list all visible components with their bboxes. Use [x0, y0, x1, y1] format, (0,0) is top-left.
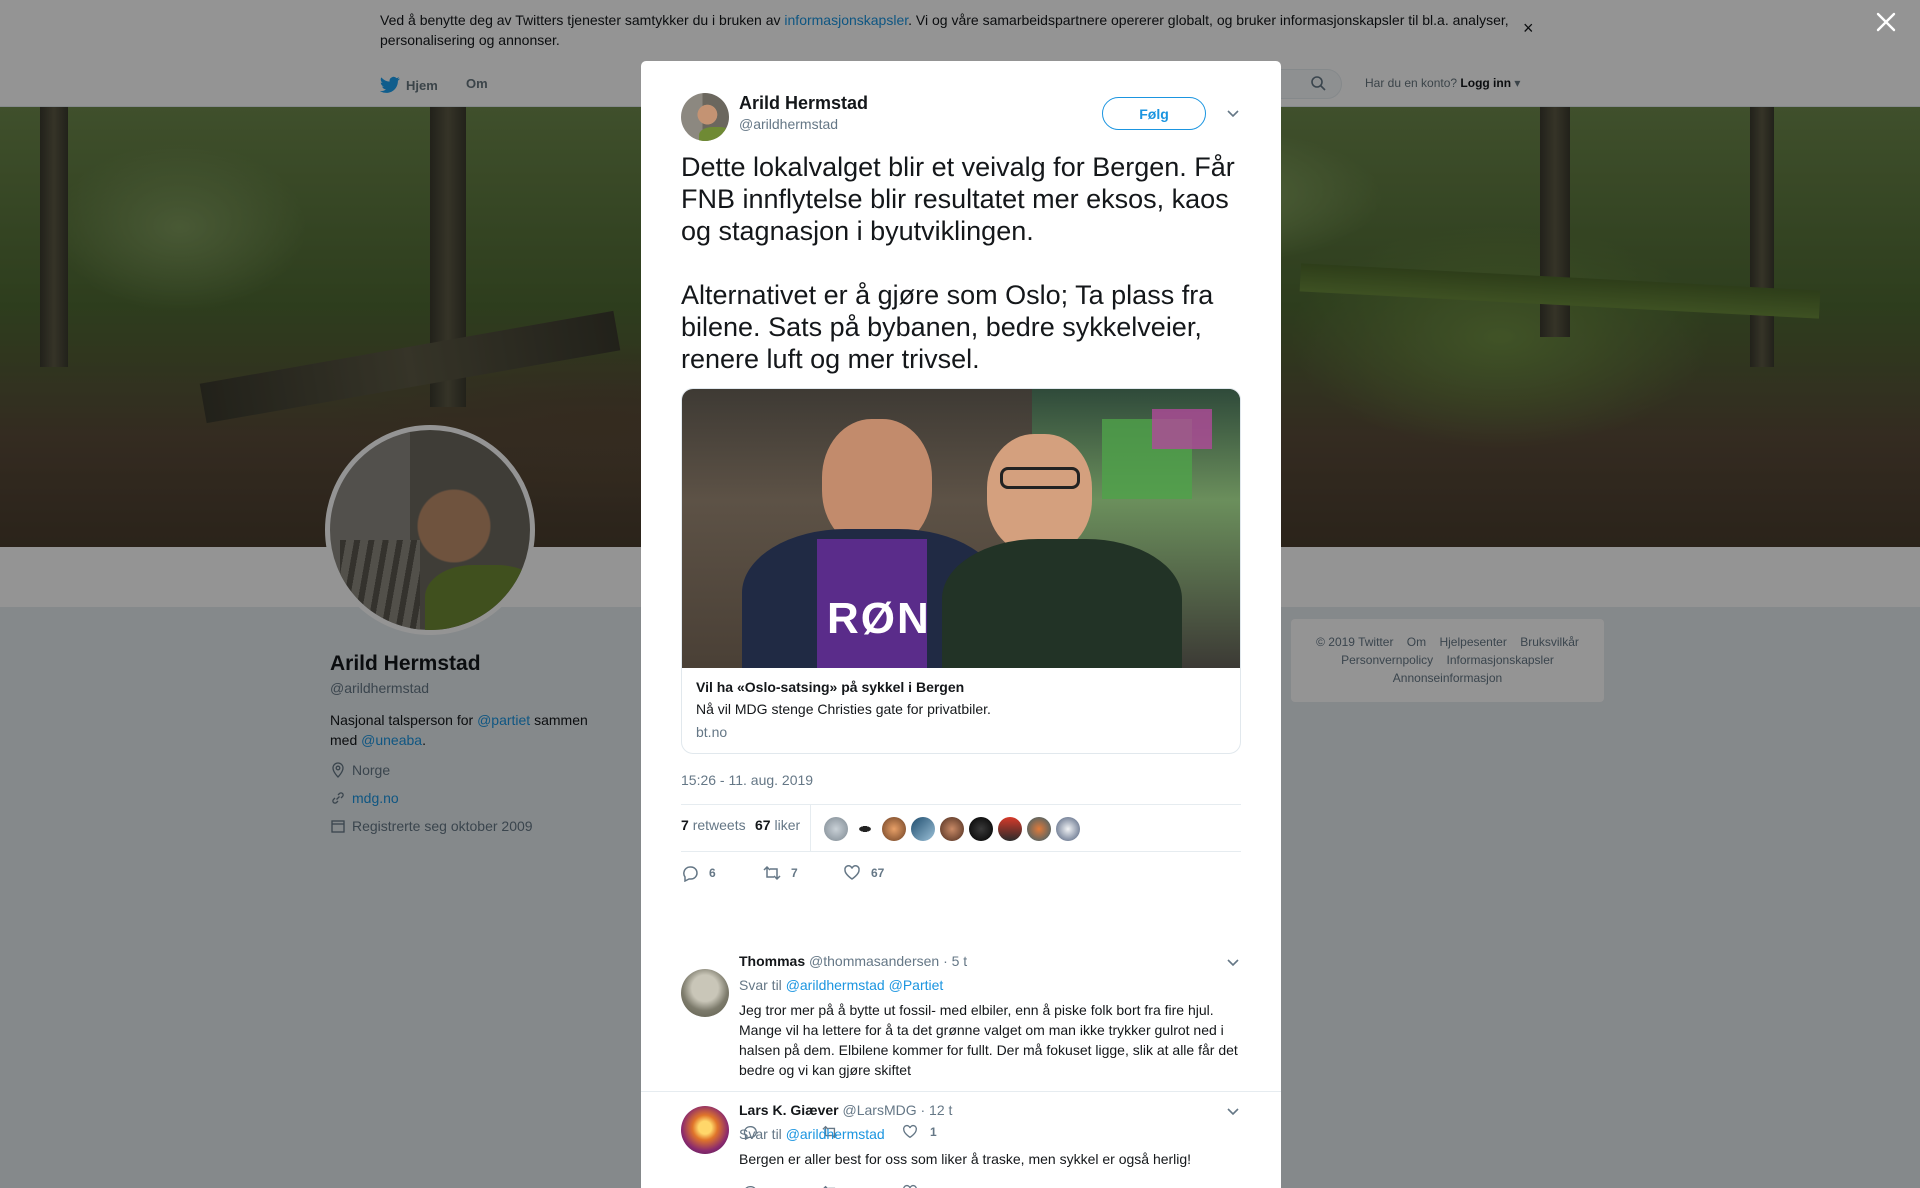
liker-avatar[interactable]	[998, 817, 1022, 841]
reply-button[interactable]	[742, 1184, 758, 1188]
reply-header: Thommas @thommasandersen · 5 t	[739, 953, 967, 969]
tweet-permalink-modal: Arild Hermstad @arildhermstad Følg Dette…	[641, 61, 1281, 1188]
reply-tweet[interactable]: Lars K. Giæver @LarsMDG · 12 t Svar til …	[641, 1091, 1281, 1188]
tweet-stats: 7 retweets 67 liker	[681, 804, 1241, 852]
liker-avatar[interactable]	[853, 817, 877, 841]
chevron-down-icon[interactable]	[1226, 955, 1240, 969]
close-icon[interactable]	[1874, 10, 1898, 34]
chevron-down-icon[interactable]	[1226, 1104, 1240, 1118]
author-handle[interactable]: @arildhermstad	[739, 116, 838, 132]
card-title: Vil ha «Oslo-satsing» på sykkel i Bergen	[696, 679, 965, 695]
reply-button[interactable]: 6	[681, 864, 716, 882]
card-description: Nå vil MDG stenge Christies gate for pri…	[696, 701, 991, 717]
tweet-timestamp[interactable]: 15:26 - 11. aug. 2019	[681, 772, 813, 788]
reply-icon	[745, 1185, 756, 1188]
reply-text: Jeg tror mer på å bytte ut fossil- med e…	[739, 1002, 1238, 1078]
reply-to-mentions[interactable]: @arildhermstad	[786, 1126, 885, 1142]
reply-avatar[interactable]	[681, 969, 729, 1017]
link-preview-card[interactable]: RØN Vil ha «Oslo-satsing» på sykkel i Be…	[681, 388, 1241, 754]
reply-to-mentions[interactable]: @arildhermstad @Partiet	[786, 977, 944, 993]
retweet-button[interactable]: 7	[763, 864, 798, 882]
liker-avatar[interactable]	[911, 817, 935, 841]
liker-avatar[interactable]	[1027, 817, 1051, 841]
reply-text: Bergen er aller best for oss som liker å…	[739, 1151, 1192, 1167]
reply-author-name[interactable]: Thommas	[739, 953, 805, 969]
liker-avatar[interactable]	[1056, 817, 1080, 841]
liker-avatar[interactable]	[824, 817, 848, 841]
like-count[interactable]: 67 liker	[755, 817, 800, 833]
card-image: RØN	[682, 389, 1240, 668]
retweet-icon	[823, 1185, 836, 1188]
liker-avatar[interactable]	[969, 817, 993, 841]
heart-icon	[844, 865, 860, 880]
reply-author-handle[interactable]: @thommasandersen	[809, 953, 939, 969]
retweet-icon	[763, 865, 781, 881]
card-body: Vil ha «Oslo-satsing» på sykkel i Bergen…	[682, 668, 1240, 753]
retweet-count[interactable]: 7 retweets	[681, 817, 746, 833]
reply-header: Lars K. Giæver @LarsMDG · 12 t	[739, 1102, 952, 1118]
reply-time[interactable]: · 5 t	[943, 953, 967, 969]
author-avatar[interactable]	[681, 93, 729, 141]
retweet-button[interactable]	[822, 1184, 838, 1188]
card-domain: bt.no	[696, 724, 728, 740]
chevron-down-icon[interactable]	[1226, 106, 1240, 120]
follow-button[interactable]: Følg	[1102, 97, 1206, 130]
reply-time[interactable]: · 12 t	[921, 1102, 953, 1118]
liker-avatar[interactable]	[882, 817, 906, 841]
reply-avatar[interactable]	[681, 1106, 729, 1154]
like-button[interactable]	[902, 1184, 918, 1188]
shirt-text: RØN	[827, 594, 931, 643]
heart-icon	[903, 1184, 917, 1188]
like-button[interactable]: 67	[843, 864, 884, 882]
author-name[interactable]: Arild Hermstad	[739, 93, 868, 114]
reply-to-line: Svar til @arildhermstad	[739, 1126, 885, 1142]
reply-author-name[interactable]: Lars K. Giæver	[739, 1102, 839, 1118]
stats-divider	[810, 805, 811, 851]
tweet-text: Dette lokalvalget blir et veivalg for Be…	[681, 152, 1235, 374]
liker-avatar[interactable]	[940, 817, 964, 841]
reply-to-line: Svar til @arildhermstad @Partiet	[739, 977, 944, 993]
reply-icon	[683, 866, 698, 882]
tweet-actions: 6 7 67	[681, 864, 1241, 884]
reply-author-handle[interactable]: @LarsMDG	[843, 1102, 917, 1118]
